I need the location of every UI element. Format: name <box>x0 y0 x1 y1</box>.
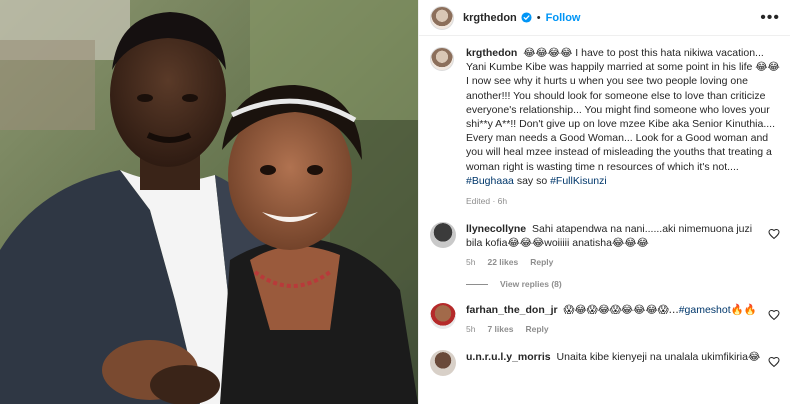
comment-body: u.n.r.u.l.y_morris Unaita kibe kienyeji … <box>466 350 762 376</box>
comment-username[interactable]: llynecollyne <box>466 223 526 235</box>
commenter-avatar[interactable] <box>430 222 456 249</box>
like-heart-icon[interactable] <box>768 309 780 321</box>
comment-likes[interactable]: 7 likes <box>487 322 513 336</box>
post-caption: krgthedon 😂😂😂😂 I have to post this hata … <box>430 46 780 208</box>
commenter-avatar[interactable] <box>430 303 456 330</box>
comment-item: llynecollyne Sahi atapendwa na nani.....… <box>430 222 780 269</box>
couple-photo-illustration <box>0 0 418 404</box>
comment-item: u.n.r.u.l.y_morris Unaita kibe kienyeji … <box>430 350 780 377</box>
caption-username[interactable]: krgthedon <box>466 47 517 59</box>
like-heart-icon[interactable] <box>768 356 780 368</box>
comment-item: farhan_the_don_jr 😱😂😱😂😱😂😂😂😱...#gameshot🔥… <box>430 303 780 336</box>
hashtag-link[interactable]: #Bughaaa <box>466 175 514 187</box>
reply-button[interactable]: Reply <box>530 255 553 269</box>
author-avatar[interactable] <box>430 5 454 30</box>
comment-username[interactable]: farhan_the_don_jr <box>466 304 558 316</box>
comment-time: 5h <box>466 257 476 268</box>
header-separator: • <box>536 11 541 24</box>
follow-button[interactable]: Follow <box>546 12 581 24</box>
more-options-icon[interactable]: ••• <box>760 9 780 25</box>
view-replies-label: View replies (8) <box>500 279 562 290</box>
view-replies-button[interactable]: View replies (8) <box>466 279 780 289</box>
comment-text: Unaita kibe kienyeji na unalala ukimfiki… <box>556 351 761 364</box>
comment-text: 😱😂😱😂😱😂😂😂😱... <box>563 304 679 317</box>
comment-meta: 5h 7 likes Reply <box>466 322 762 336</box>
post-photo <box>0 0 418 404</box>
like-heart-icon[interactable] <box>768 228 780 240</box>
comment-text-tail: 🔥🔥 <box>730 304 757 317</box>
comment-body: farhan_the_don_jr 😱😂😱😂😱😂😂😂😱...#gameshot🔥… <box>466 303 762 336</box>
comment-body: llynecollyne Sahi atapendwa na nani.....… <box>466 222 762 269</box>
caption-text-tail: say so <box>516 174 548 187</box>
caption-body: krgthedon 😂😂😂😂 I have to post this hata … <box>466 46 780 208</box>
post-header: krgthedon • Follow ••• <box>419 0 790 36</box>
comment-username[interactable]: u.n.r.u.l.y_morris <box>466 351 551 363</box>
verified-badge-icon <box>521 12 532 23</box>
caption-text: I have to post this hata nikiwa vacation… <box>466 47 780 173</box>
comment-likes[interactable]: 22 likes <box>487 255 518 269</box>
instagram-post-view: krgthedon • Follow ••• krgthedon 😂😂😂😂 I … <box>0 0 790 404</box>
caption-avatar[interactable] <box>430 47 454 71</box>
post-side-panel: krgthedon • Follow ••• krgthedon 😂😂😂😂 I … <box>418 0 790 404</box>
caption-emojis: 😂😂😂😂 <box>523 47 573 59</box>
reply-button[interactable]: Reply <box>525 322 548 336</box>
commenter-avatar[interactable] <box>430 350 456 377</box>
comment-meta: 5h 22 likes Reply <box>466 255 762 269</box>
hashtag-link[interactable]: #gameshot <box>679 304 731 316</box>
author-username[interactable]: krgthedon <box>463 12 517 24</box>
caption-meta: Edited · 6h <box>466 196 508 207</box>
hashtag-link[interactable]: #FullKisunzi <box>550 175 607 187</box>
replies-divider <box>466 283 488 285</box>
comments-section: krgthedon 😂😂😂😂 I have to post this hata … <box>419 36 790 377</box>
comment-time: 5h <box>466 324 476 335</box>
